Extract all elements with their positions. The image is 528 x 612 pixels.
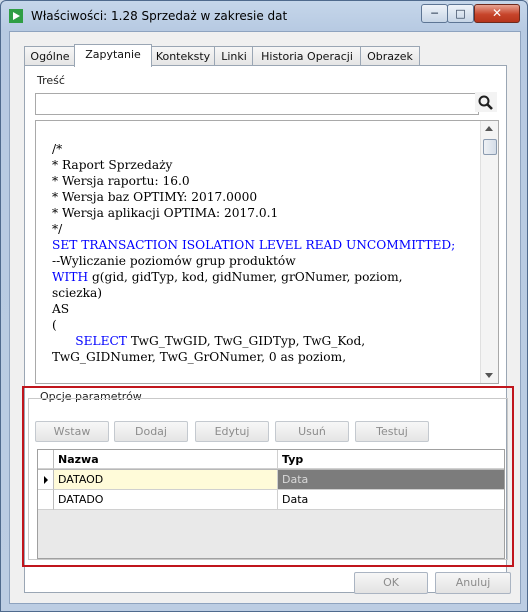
properties-window: Właściwości: 1.28 Sprzedaż w zakresie da… [0, 0, 528, 612]
header-corner [38, 450, 54, 469]
code-line: WITH g(gid, gidTyp, kod, gidNumer, grONu… [52, 270, 403, 284]
app-icon [9, 9, 23, 23]
scroll-thumb[interactable] [483, 139, 497, 155]
code-line: * Wersja raportu: 16.0 [52, 174, 190, 188]
dialog-body: Ogólne Zapytanie Konteksty Linki Histori… [9, 31, 521, 604]
window-title: Właściwości: 1.28 Sprzedaż w zakresie da… [31, 9, 288, 23]
code-line: --Wyliczanie poziomów grup produktów [52, 254, 296, 268]
code-line: TwG_GIDNumer, TwG_GrONumer, 0 as poziom, [52, 350, 347, 364]
scroll-down-icon[interactable] [481, 367, 498, 383]
edit-button[interactable]: Edytuj [195, 421, 269, 442]
parameters-highlight-frame: Opcje parametrów Wstaw Dodaj Edytuj Usuń… [22, 386, 514, 567]
maximize-button[interactable]: □ [447, 4, 474, 23]
code-line: /* [52, 142, 63, 156]
tab-linki[interactable]: Linki [214, 46, 254, 66]
title-bar[interactable]: Właściwości: 1.28 Sprzedaż w zakresie da… [1, 1, 527, 31]
code-line: SELECT TwG_TwGID, TwG_GIDTyp, TwG_Kod, [75, 334, 366, 348]
search-icon [478, 95, 493, 110]
grid-header: Nazwa Typ [38, 450, 504, 470]
params-group: Wstaw Dodaj Edytuj Usuń Testuj Nazwa Typ [28, 398, 508, 560]
scroll-up-icon[interactable] [481, 121, 498, 137]
minimize-icon: ─ [431, 7, 438, 20]
row-selector-icon[interactable] [38, 490, 54, 510]
parameters-grid: Nazwa Typ DATAOD Data DATADO Data [37, 449, 505, 559]
tab-historia-operacji[interactable]: Historia Operacji [252, 46, 362, 66]
tab-ogolne[interactable]: Ogólne [24, 46, 76, 66]
minimize-button[interactable]: ─ [421, 4, 448, 23]
search-button[interactable] [475, 92, 497, 112]
code-line: SET TRANSACTION ISOLATION LEVEL READ UNC… [52, 238, 456, 252]
code-line: sciezka) [52, 286, 103, 300]
tab-obrazek[interactable]: Obrazek [360, 46, 420, 66]
delete-button[interactable]: Usuń [275, 421, 349, 442]
code-line: * Wersja baz OPTIMY: 2017.0000 [52, 190, 258, 204]
editor-scrollbar[interactable] [480, 121, 498, 383]
table-cell-name[interactable]: DATAOD [54, 470, 278, 490]
tab-panel-zapytanie: Treść /* * Raport Sprzedaży * Wersja rapor… [22, 65, 514, 593]
code-line: AS [52, 302, 70, 316]
table-cell-type[interactable]: Data [278, 490, 504, 510]
code-line: * Wersja aplikacji OPTIMA: 2017.0.1 [52, 206, 279, 220]
maximize-icon: □ [455, 7, 466, 20]
cancel-button[interactable]: Anuluj [435, 572, 511, 594]
search-input[interactable] [35, 93, 479, 115]
code-line: * Raport Sprzedaży [52, 158, 173, 172]
table-cell-type[interactable]: Data [278, 470, 504, 490]
code-line: */ [52, 222, 63, 236]
column-header-nazwa[interactable]: Nazwa [54, 450, 278, 469]
column-header-typ[interactable]: Typ [278, 450, 504, 469]
content-group-label: Treść [37, 74, 65, 87]
ok-button[interactable]: OK [354, 572, 428, 594]
test-button[interactable]: Testuj [355, 421, 429, 442]
close-icon: ✕ [491, 6, 503, 20]
add-button[interactable]: Dodaj [114, 421, 188, 442]
insert-button[interactable]: Wstaw [35, 421, 109, 442]
table-cell-name[interactable]: DATADO [54, 490, 278, 510]
close-button[interactable]: ✕ [474, 4, 520, 23]
tab-konteksty[interactable]: Konteksty [150, 46, 216, 66]
query-editor[interactable]: /* * Raport Sprzedaży * Wersja raportu: 16… [35, 120, 499, 384]
row-selector-icon[interactable] [38, 470, 54, 490]
code-line: ( [52, 318, 57, 332]
query-text: /* * Raport Sprzedaży * Wersja raportu: 16… [52, 125, 482, 383]
tab-zapytanie[interactable]: Zapytanie [74, 44, 152, 67]
